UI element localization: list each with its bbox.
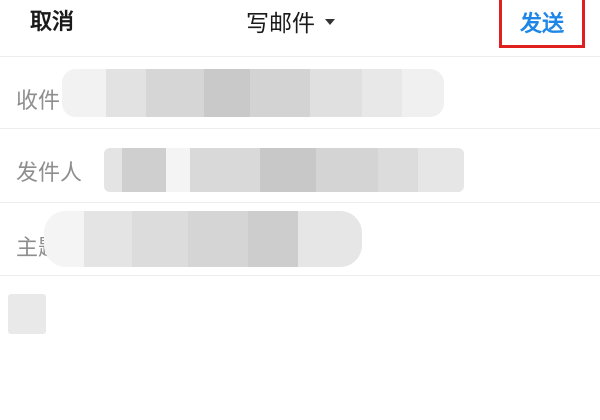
recipient-redacted	[62, 69, 444, 117]
message-body-editor[interactable]	[0, 276, 600, 420]
compose-title-dropdown[interactable]: 写邮件	[246, 4, 335, 38]
chevron-down-icon	[325, 19, 335, 25]
body-redacted	[8, 294, 46, 334]
subject-field-row[interactable]: 主题	[0, 203, 600, 276]
subject-redacted	[44, 211, 362, 267]
recipient-label: 收件	[16, 89, 61, 114]
page-title: 写邮件	[246, 11, 315, 37]
cancel-button[interactable]: 取消	[30, 4, 74, 36]
recipient-field-row[interactable]: 收件	[0, 56, 600, 129]
send-button-highlight: 发送	[499, 0, 585, 48]
send-button[interactable]: 发送	[520, 6, 564, 38]
compose-header: 取消 写邮件 发送	[0, 0, 600, 52]
sender-label: 发件人	[16, 161, 83, 186]
sender-field-row[interactable]: 发件人	[0, 130, 600, 203]
sender-redacted	[104, 148, 464, 192]
